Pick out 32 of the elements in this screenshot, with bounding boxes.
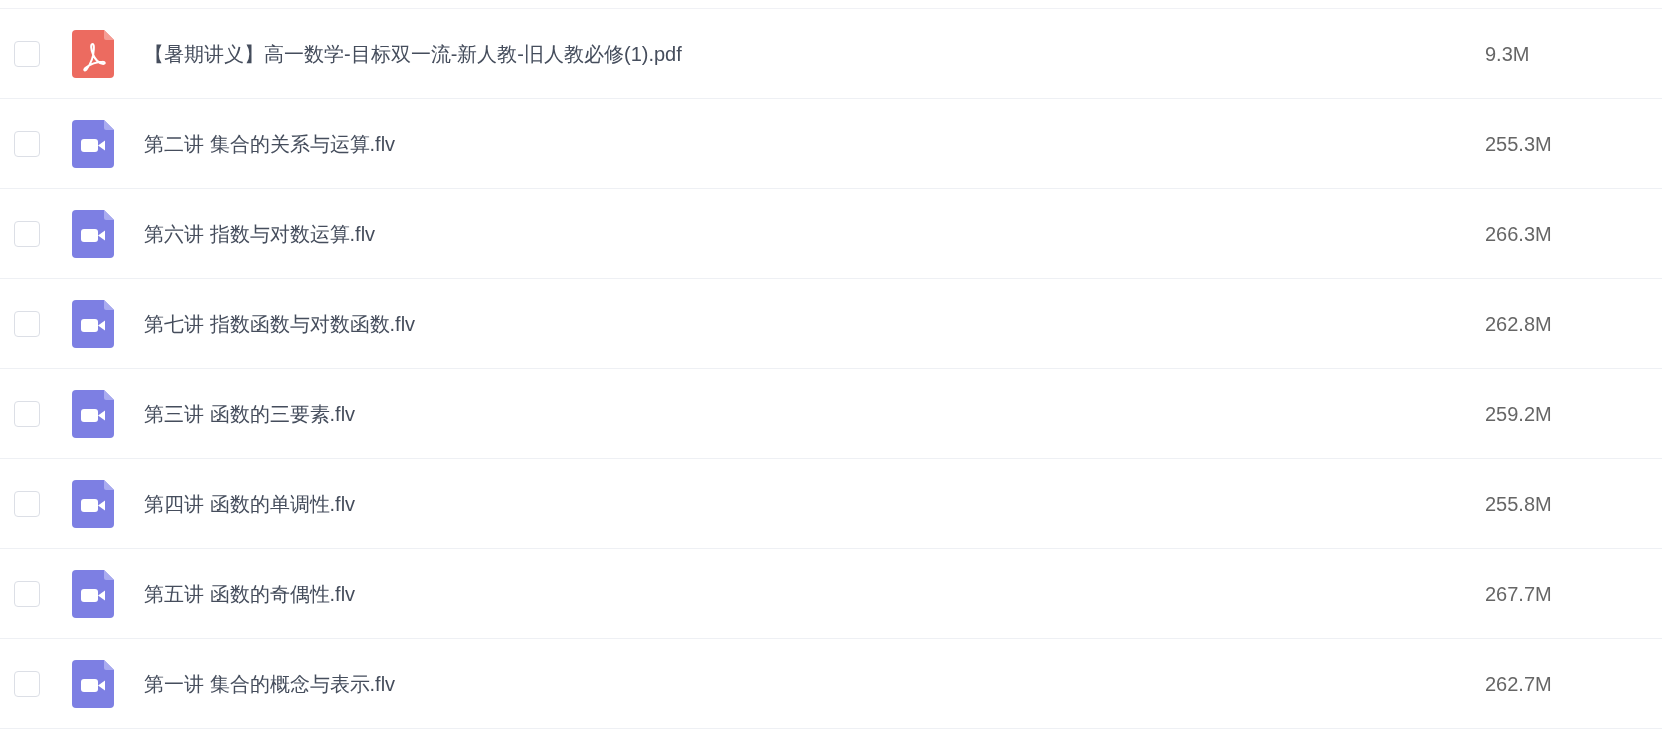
file-size: 262.7M <box>1485 671 1553 697</box>
file-name[interactable]: 【暑期讲义】高一数学-目标双一流-新人教-旧人教必修(1).pdf <box>144 38 1485 69</box>
file-size: 262.8M <box>1485 311 1553 337</box>
file-name[interactable]: 第一讲 集合的概念与表示.flv <box>144 668 1485 699</box>
file-name[interactable]: 第五讲 函数的奇偶性.flv <box>144 578 1485 609</box>
checkbox[interactable] <box>14 130 40 157</box>
video-file-icon <box>72 479 114 528</box>
checkbox[interactable] <box>14 400 40 427</box>
file-name[interactable]: 第二讲 集合的关系与运算.flv <box>144 128 1485 159</box>
file-size: 259.2M <box>1485 401 1553 427</box>
video-file-icon <box>72 389 114 438</box>
file-size: 266.3M <box>1485 221 1553 247</box>
checkbox[interactable] <box>14 490 40 517</box>
checkbox[interactable] <box>14 310 40 337</box>
file-size: 255.3M <box>1485 131 1553 157</box>
file-size: 267.7M <box>1485 581 1553 607</box>
checkbox[interactable] <box>14 580 40 607</box>
checkbox[interactable] <box>14 40 40 67</box>
video-file-icon <box>72 659 114 708</box>
file-name[interactable]: 第三讲 函数的三要素.flv <box>144 398 1485 429</box>
checkbox[interactable] <box>14 220 40 247</box>
file-name[interactable]: 第四讲 函数的单调性.flv <box>144 488 1485 519</box>
video-file-icon <box>72 299 114 348</box>
video-file-icon <box>72 209 114 258</box>
video-file-icon <box>72 119 114 168</box>
file-name[interactable]: 第六讲 指数与对数运算.flv <box>144 218 1485 249</box>
checkbox[interactable] <box>14 670 40 697</box>
file-size: 9.3M <box>1485 41 1531 67</box>
file-size: 255.8M <box>1485 491 1553 517</box>
file-name[interactable]: 第七讲 指数函数与对数函数.flv <box>144 308 1485 339</box>
video-file-icon <box>72 569 114 618</box>
pdf-file-icon <box>72 29 114 78</box>
